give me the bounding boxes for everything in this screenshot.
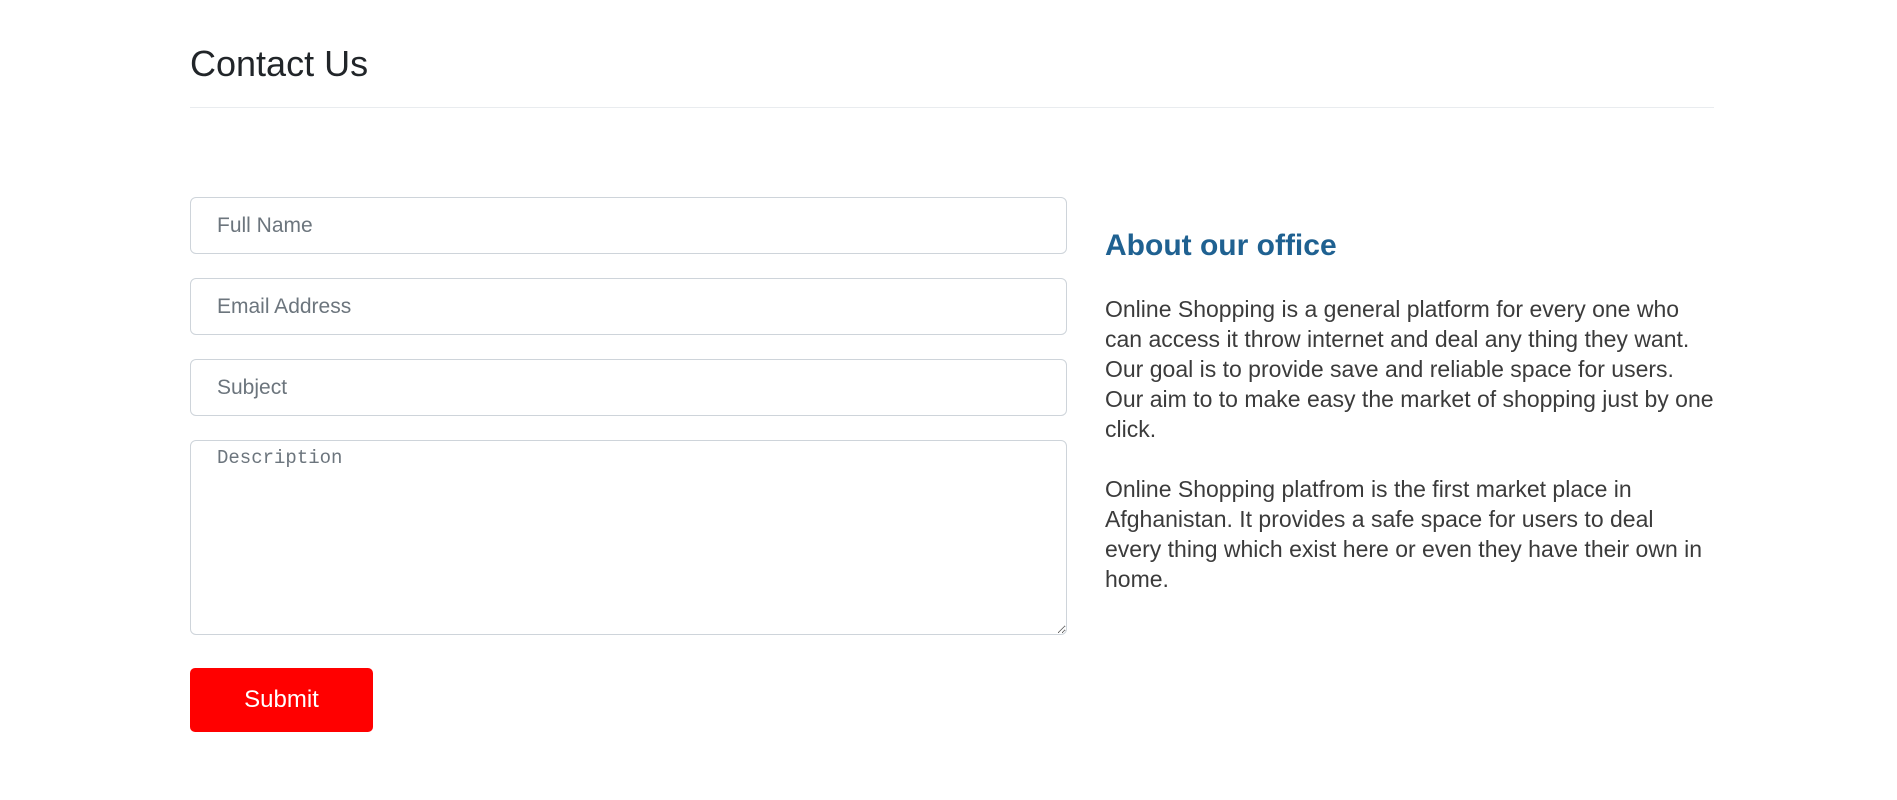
about-paragraph-1: Online Shopping is a general platform fo… xyxy=(1105,296,1714,442)
about-paragraph-2: Online Shopping platfrom is the first ma… xyxy=(1105,476,1703,592)
about-section: About our office Online Shopping is a ge… xyxy=(1105,228,1714,624)
submit-button[interactable]: Submit xyxy=(190,668,373,732)
contact-page: Contact Us Submit About our office Onlin… xyxy=(0,0,1897,800)
description-textarea[interactable] xyxy=(190,440,1067,635)
page-title: Contact Us xyxy=(190,43,369,84)
full-name-input[interactable] xyxy=(190,197,1067,254)
subject-input[interactable] xyxy=(190,359,1067,416)
email-input[interactable] xyxy=(190,278,1067,335)
title-divider xyxy=(190,107,1714,108)
contact-form xyxy=(190,197,1067,635)
about-title: About our office xyxy=(1105,229,1337,262)
